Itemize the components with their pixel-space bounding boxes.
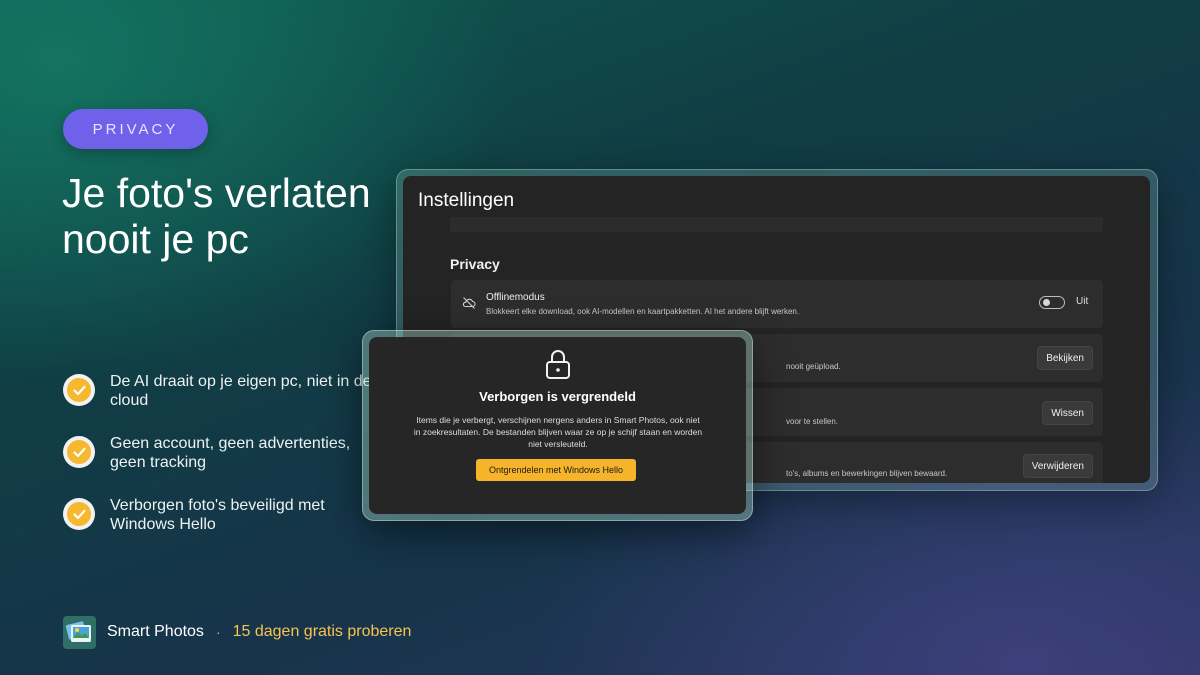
settings-title: Instellingen [418, 190, 515, 211]
row-description: Blokkeert elke download, ook AI-modellen… [486, 307, 800, 316]
feature-item: De AI draait op je eigen pc, niet in de … [63, 372, 373, 410]
setting-row-offline[interactable]: Offlinemodus Blokkeert elke download, oo… [451, 280, 1103, 328]
trial-text: 15 dagen gratis proberen [232, 623, 412, 640]
dialog-title: Verborgen is vergrendeld [479, 389, 636, 404]
feature-list: De AI draait op je eigen pc, niet in de … [63, 372, 373, 558]
row-title: Offlinemodus [486, 292, 545, 303]
privacy-badge: PRIVACY [63, 109, 208, 149]
feature-text: Geen account, geen advertenties, geen tr… [110, 435, 351, 471]
delete-button[interactable]: Verwijderen [1022, 454, 1093, 478]
settings-search-bar[interactable] [450, 217, 1103, 232]
smart-photos-logo-icon [63, 615, 96, 649]
section-title-privacy: Privacy [450, 256, 500, 272]
lock-icon [546, 350, 570, 379]
clear-button[interactable]: Wissen [1042, 401, 1093, 425]
footer: Smart Photos · 15 dagen gratis proberen [63, 615, 411, 649]
headline: Je foto's verlaten nooit je pc [62, 170, 371, 262]
row-description: to's, albums en bewerkingen blijven bewa… [786, 469, 948, 478]
unlock-windows-hello-button[interactable]: Ontgrendelen met Windows Hello [476, 459, 636, 481]
offline-cloud-icon [462, 297, 476, 309]
feature-text: Verborgen foto's beveiligd met Windows H… [110, 497, 325, 533]
check-icon [63, 498, 95, 530]
feature-text: De AI draait op je eigen pc, niet in de … [110, 373, 372, 409]
dialog-text: Items die je verbergt, verschijnen nerge… [413, 415, 703, 449]
feature-item: Geen account, geen advertenties, geen tr… [63, 434, 373, 472]
toggle-label: Uit [1076, 296, 1089, 307]
offline-toggle[interactable] [1039, 296, 1065, 309]
lock-dialog: Verborgen is vergrendeld Items die je ve… [369, 337, 746, 514]
check-icon [63, 374, 95, 406]
app-name: Smart Photos [107, 623, 204, 640]
feature-item: Verborgen foto's beveiligd met Windows H… [63, 496, 373, 534]
row-description: voor te stellen. [786, 417, 839, 426]
separator: · [215, 624, 221, 640]
row-description: nooit geüpload. [786, 362, 841, 371]
check-icon [63, 436, 95, 468]
view-button[interactable]: Bekijken [1037, 346, 1093, 370]
